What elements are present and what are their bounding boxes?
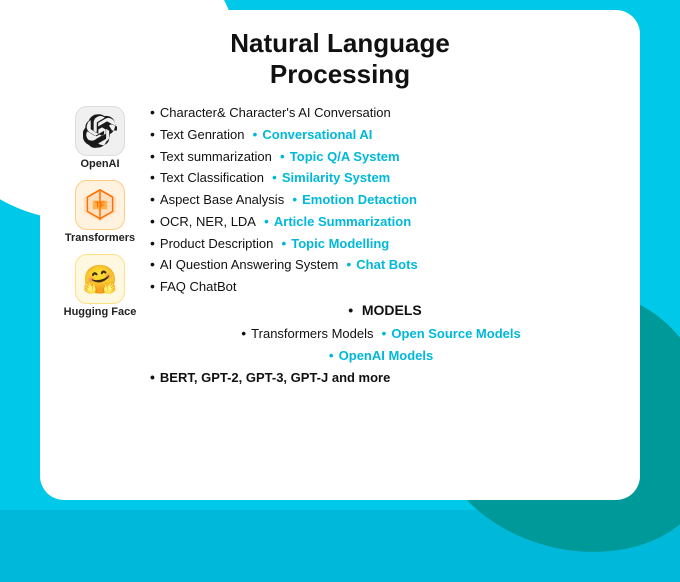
models-label: MODELS	[362, 302, 422, 318]
models-row-2: • OpenAI Models	[150, 345, 620, 367]
bullet-row-2: • Text Genration • Conversational AI	[150, 124, 620, 146]
page-title: Natural Language Processing	[60, 28, 620, 90]
bullet-row-4: • Text Classification • Similarity Syste…	[150, 167, 620, 189]
bullet-item-3: • Text summarization	[150, 146, 272, 168]
transformers-label: Transformers	[65, 232, 135, 244]
openai-icon	[83, 114, 117, 148]
bullet-row-8: • AI Question Answering System • Chat Bo…	[150, 254, 620, 276]
transformers-logo-item: TF Transformers	[65, 180, 135, 244]
bullet-row-1: • Character& Character's AI Conversation	[150, 102, 620, 124]
content-area: OpenAI TF	[60, 102, 620, 486]
bullet-item-7: • Product Description	[150, 233, 273, 255]
bullet-item-r6: • Topic Modelling	[281, 233, 389, 255]
logos-column: OpenAI TF	[60, 102, 140, 486]
bullet-item-4: • Text Classification	[150, 167, 264, 189]
bullet-item-r7: • Chat Bots	[346, 254, 417, 276]
models-item-2: • Open Source Models	[382, 323, 521, 345]
background: Natural Language Processing OpenAI	[0, 0, 680, 510]
models-item-3: • OpenAI Models	[329, 345, 434, 367]
hf-icon-bg: 🤗	[75, 254, 125, 304]
bullet-row-7: • Product Description • Topic Modelling	[150, 233, 620, 255]
bullet-row-5: • Aspect Base Analysis • Emotion Detacti…	[150, 189, 620, 211]
bullet-item-6: • OCR, NER, LDA	[150, 211, 256, 233]
bullet-item-1: • Character& Character's AI Conversation	[150, 102, 391, 124]
bottom-bold-item: • BERT, GPT-2, GPT-3, GPT-J and more	[150, 367, 390, 389]
svg-text:TF: TF	[95, 201, 105, 210]
bullet-item-r2: • Topic Q/A System	[280, 146, 400, 168]
bullet-item-5: • Aspect Base Analysis	[150, 189, 284, 211]
main-card: Natural Language Processing OpenAI	[40, 10, 640, 500]
openai-label: OpenAI	[80, 158, 119, 170]
bullet-item-9: • FAQ ChatBot	[150, 276, 237, 298]
huggingface-label: Hugging Face	[64, 306, 137, 318]
bullet-item-2: • Text Genration	[150, 124, 244, 146]
bullet-row-6: • OCR, NER, LDA • Article Summarization	[150, 211, 620, 233]
models-row-1: • Transformers Models • Open Source Mode…	[150, 323, 620, 345]
openai-logo-item: OpenAI	[75, 106, 125, 170]
bullet-item-r4: • Emotion Detaction	[292, 189, 417, 211]
bullet-item-r1: • Conversational AI	[252, 124, 372, 146]
huggingface-logo-item: 🤗 Hugging Face	[64, 254, 137, 318]
bullet-item-8: • AI Question Answering System	[150, 254, 338, 276]
tf-icon: TF	[82, 187, 118, 223]
models-item-1: • Transformers Models	[241, 323, 373, 345]
models-section: • MODELS • Transformers Models • Open So…	[150, 300, 620, 389]
bullet-item-r3: • Similarity System	[272, 167, 390, 189]
bullet-item-r5: • Article Summarization	[264, 211, 411, 233]
bullets-column: • Character& Character's AI Conversation…	[150, 102, 620, 486]
bullet-row-3: • Text summarization • Topic Q/A System	[150, 146, 620, 168]
openai-icon-bg	[75, 106, 125, 156]
tf-icon-bg: TF	[75, 180, 125, 230]
hf-icon: 🤗	[83, 263, 118, 296]
bullet-row-9: • FAQ ChatBot	[150, 276, 620, 298]
bottom-bold-row: • BERT, GPT-2, GPT-3, GPT-J and more	[150, 367, 620, 389]
